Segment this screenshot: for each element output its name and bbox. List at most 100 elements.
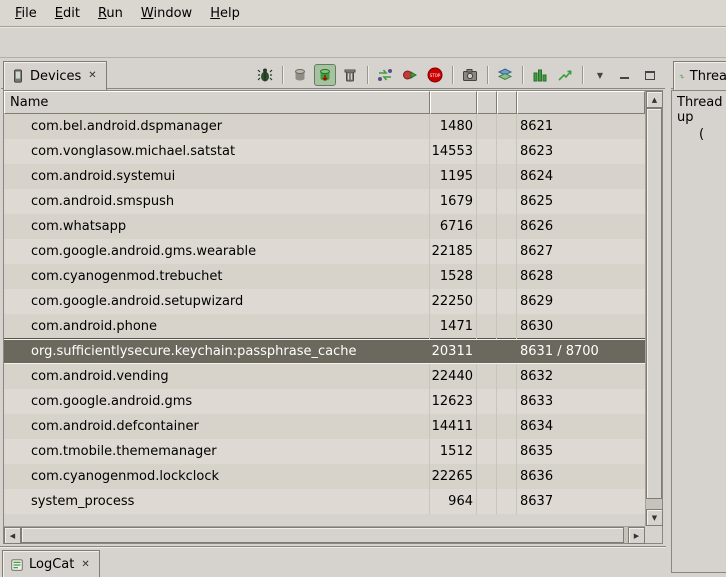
horizontal-scroll-thumb[interactable]	[21, 527, 624, 543]
process-name: com.tmobile.thememanager	[4, 439, 430, 464]
scroll-right-button[interactable]: ▶	[628, 527, 645, 544]
blank-cell	[497, 414, 517, 439]
menu-run[interactable]: Run	[89, 3, 132, 24]
blank-cell	[497, 239, 517, 264]
table-row[interactable]: com.cyanogenmod.lockclock222658636	[4, 464, 645, 489]
update-threads-button[interactable]	[374, 64, 396, 86]
scroll-left-button[interactable]: ◀	[4, 527, 21, 544]
table-row[interactable]: com.google.android.setupwizard222508629	[4, 289, 645, 314]
blank-cell	[497, 189, 517, 214]
process-pid: 964	[430, 489, 477, 514]
debug-process-button[interactable]	[254, 64, 276, 86]
table-row[interactable]: com.vonglasow.michael.satstat14553 8623	[4, 139, 645, 164]
column-header-pid[interactable]	[430, 91, 477, 114]
cause-gc-button[interactable]	[339, 64, 361, 86]
table-row[interactable]: com.android.vending224408632	[4, 364, 645, 389]
blank-cell	[477, 114, 497, 139]
blank-cell	[477, 189, 497, 214]
menu-edit[interactable]: Edit	[46, 3, 89, 24]
column-header-blank[interactable]	[497, 91, 517, 114]
process-port: 8623	[517, 139, 645, 164]
menu-help[interactable]: Help	[201, 3, 249, 24]
arrow-left-icon: ◀	[10, 532, 15, 540]
vertical-scrollbar[interactable]: ▲ ▼	[645, 91, 662, 526]
dump-hprof-button[interactable]	[314, 64, 336, 86]
update-heap-button[interactable]	[289, 64, 311, 86]
column-header-blank[interactable]	[477, 91, 497, 114]
vertical-scroll-thumb[interactable]	[646, 108, 662, 499]
table-row[interactable]: com.tmobile.thememanager15128635	[4, 439, 645, 464]
process-name: com.cyanogenmod.lockclock	[4, 464, 430, 489]
blank-cell	[477, 464, 497, 489]
table-row[interactable]: com.google.android.gms126238633	[4, 389, 645, 414]
tab-threads-label: Threa	[690, 69, 726, 84]
table-row[interactable]: com.android.phone14718630	[4, 314, 645, 339]
tab-logcat-label: LogCat	[29, 557, 74, 572]
blank-cell	[477, 389, 497, 414]
column-header-port[interactable]	[517, 91, 645, 114]
table-row[interactable]: com.android.smspush16798625	[4, 189, 645, 214]
table-row[interactable]: com.bel.android.dspmanager14808621	[4, 114, 645, 139]
process-name: com.google.android.gms	[4, 389, 430, 414]
view-ui-hierarchy-button[interactable]	[494, 64, 516, 86]
start-method-profiling-button[interactable]	[399, 64, 421, 86]
close-icon[interactable]: ✕	[79, 559, 91, 571]
process-pid: 22185	[430, 239, 477, 264]
menu-file[interactable]: File	[6, 3, 46, 24]
process-pid: 1480	[430, 114, 477, 139]
toolbar-separator	[582, 66, 583, 84]
threads-panel: Threa Thread up (	[671, 59, 726, 575]
process-name: com.android.systemui	[4, 164, 430, 189]
process-name: com.android.phone	[4, 314, 430, 339]
table-row[interactable]: system_process9648637	[4, 489, 645, 514]
stop-process-button[interactable]: STOP	[424, 64, 446, 86]
heap-bars-view-button[interactable]	[529, 64, 551, 86]
devices-toolbar: STOP	[254, 63, 661, 87]
process-name: system_process	[4, 489, 430, 514]
process-name: com.vonglasow.michael.satstat	[4, 139, 430, 164]
screen-capture-button[interactable]	[459, 64, 481, 86]
table-row[interactable]: com.android.systemui11958624	[4, 164, 645, 189]
line-chart-view-button[interactable]	[554, 64, 576, 86]
devices-tabbar: Devices ✕	[1, 59, 665, 89]
process-name: org.sufficientlysecure.keychain:passphra…	[4, 339, 430, 364]
process-port: 8624	[517, 164, 645, 189]
table-header: Name	[4, 91, 645, 114]
table-row[interactable]: com.android.defcontainer144118634	[4, 414, 645, 439]
process-name: com.whatsapp	[4, 214, 430, 239]
menu-window[interactable]: Window	[132, 3, 201, 24]
column-header-name[interactable]: Name	[4, 91, 430, 114]
process-pid: 1679	[430, 189, 477, 214]
minimize-button[interactable]	[614, 64, 636, 86]
logcat-bar: LogCat ✕	[0, 546, 666, 577]
table-row[interactable]: org.sufficientlysecure.keychain:passphra…	[4, 339, 645, 364]
process-pid: 6716	[430, 214, 477, 239]
tab-logcat[interactable]: LogCat ✕	[2, 550, 100, 577]
close-icon[interactable]: ✕	[86, 70, 98, 82]
view-menu-button[interactable]: ▼	[589, 64, 611, 86]
process-port: 8628	[517, 264, 645, 289]
blank-cell	[497, 114, 517, 139]
blank-cell	[477, 214, 497, 239]
maximize-icon	[645, 71, 655, 80]
horizontal-scrollbar[interactable]: ◀ ▶	[4, 526, 645, 543]
process-port: 8632	[517, 364, 645, 389]
process-port: 8636	[517, 464, 645, 489]
scroll-down-button[interactable]: ▼	[646, 509, 663, 526]
process-port: 8621	[517, 114, 645, 139]
process-port: 8630	[517, 314, 645, 339]
scroll-up-button[interactable]: ▲	[646, 91, 663, 108]
process-pid: 20311	[430, 339, 477, 364]
blank-cell	[497, 389, 517, 414]
table-row[interactable]: com.cyanogenmod.trebuchet15288628	[4, 264, 645, 289]
maximize-button[interactable]	[639, 64, 661, 86]
tab-threads[interactable]: Threa	[673, 61, 726, 90]
process-pid: 14411	[430, 414, 477, 439]
table-row[interactable]: com.whatsapp67168626	[4, 214, 645, 239]
blank-cell	[497, 439, 517, 464]
tab-devices[interactable]: Devices ✕	[3, 61, 107, 90]
blank-cell	[497, 164, 517, 189]
process-table: Name com.bel.android.dspmanager14808621c…	[3, 90, 663, 544]
table-row[interactable]: com.google.android.gms.wearable221858627	[4, 239, 645, 264]
process-pid: 14553	[430, 139, 477, 164]
